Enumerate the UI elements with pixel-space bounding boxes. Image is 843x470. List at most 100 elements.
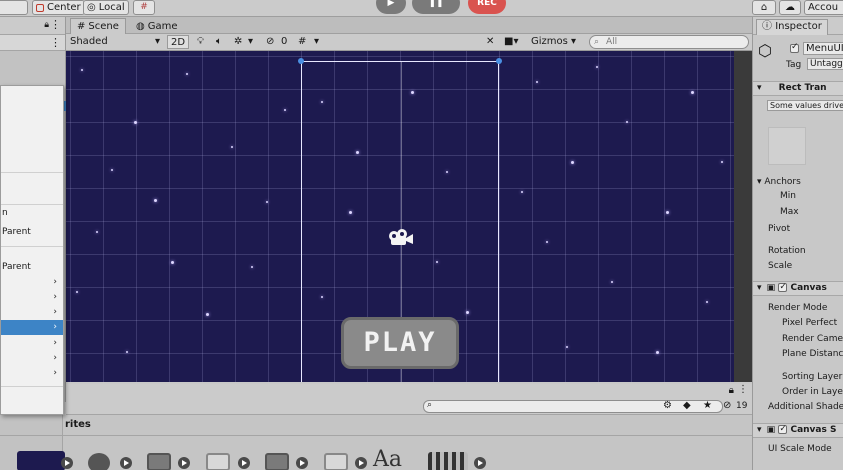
toolbar-left-stub[interactable] bbox=[0, 0, 28, 15]
inspector-panel: ⓘ Inspector ⬡ MenuUI Tag Untagg ▾ Rect T… bbox=[752, 17, 843, 470]
context-menu-item[interactable] bbox=[1, 88, 63, 103]
context-menu-item-submenu[interactable]: › bbox=[1, 366, 63, 381]
canvas-scaler-header[interactable]: ▾ ▣ Canvas S bbox=[753, 423, 843, 438]
canvas-enabled-checkbox[interactable] bbox=[778, 281, 788, 294]
project-header: 🔒︎ ⋮ bbox=[66, 384, 752, 399]
asset-thumb-sound-off-light[interactable] bbox=[324, 453, 348, 470]
canvas-handle[interactable] bbox=[298, 58, 304, 64]
rect-notice: Some values drive bbox=[753, 100, 843, 111]
canvas-handle[interactable] bbox=[496, 58, 502, 64]
context-menu-item-submenu[interactable]: › bbox=[1, 275, 63, 290]
context-menu-item[interactable] bbox=[1, 116, 63, 131]
pixel-perfect-label: Pixel Perfect bbox=[782, 318, 838, 328]
lock-icon[interactable]: 🔒︎ bbox=[729, 385, 734, 396]
2d-mode-toggle[interactable]: 2D bbox=[167, 35, 190, 49]
asset-thumb-sound-off[interactable] bbox=[265, 453, 289, 470]
context-menu-item[interactable]: Parent bbox=[1, 260, 63, 275]
asset-play-icon[interactable] bbox=[474, 457, 486, 469]
context-menu-item[interactable] bbox=[1, 140, 63, 155]
shading-mode-dropdown[interactable]: Shaded ▾ bbox=[70, 35, 162, 49]
pivot-center-button[interactable]: Center bbox=[32, 0, 85, 15]
grid-snap-icon: # bbox=[140, 2, 148, 12]
play-mode-button[interactable]: ▶ bbox=[376, 0, 406, 14]
visibility-icon[interactable]: ⊘ bbox=[266, 35, 274, 49]
object-name-field[interactable]: MenuUI bbox=[803, 42, 843, 55]
filter-label-icon[interactable]: ◆ bbox=[683, 400, 691, 411]
cloud-button[interactable]: ☁ bbox=[779, 0, 801, 15]
snap-button[interactable]: # bbox=[133, 0, 155, 15]
project-search-input[interactable]: ⌕ bbox=[423, 400, 723, 413]
lock-icon[interactable]: 🔒︎ bbox=[44, 20, 49, 30]
scene-scrollbar[interactable] bbox=[734, 51, 752, 382]
asset-play-icon[interactable] bbox=[120, 457, 132, 469]
tab-game[interactable]: ◍ Game bbox=[130, 18, 184, 34]
object-header: ⬡ MenuUI Tag Untagg bbox=[753, 39, 843, 70]
hierarchy-search[interactable]: ⋮ bbox=[0, 35, 65, 51]
asset-thumb-circle[interactable] bbox=[88, 453, 110, 470]
context-menu-item-submenu[interactable]: › bbox=[1, 290, 63, 305]
context-menu-item[interactable] bbox=[1, 244, 63, 259]
chevron-down-icon[interactable]: ▾ bbox=[248, 35, 253, 49]
hidden-packages-icon[interactable]: ⊘ bbox=[723, 400, 731, 411]
star bbox=[536, 81, 538, 83]
chevron-right-icon: › bbox=[53, 338, 57, 348]
asset-thumb-sound-on-light[interactable] bbox=[206, 453, 230, 470]
more-menu-icon[interactable]: ⋮ bbox=[738, 384, 748, 395]
context-menu-item-submenu[interactable]: › bbox=[1, 305, 63, 320]
star bbox=[706, 301, 708, 303]
tab-inspector[interactable]: ⓘ Inspector bbox=[756, 19, 828, 35]
project-toolbar: ⌕ ⚙ ◆ ★ ⊘ 19 bbox=[66, 399, 752, 415]
camera-gizmo-icon[interactable] bbox=[388, 228, 414, 246]
chevron-down-icon: ▾ bbox=[757, 425, 762, 435]
lighting-icon[interactable]: 💡︎ bbox=[197, 35, 204, 49]
context-menu-item-selected[interactable]: › bbox=[1, 320, 63, 335]
asset-play-icon[interactable] bbox=[238, 457, 250, 469]
anchor-presets-widget[interactable] bbox=[768, 127, 806, 165]
asset-play-icon[interactable] bbox=[296, 457, 308, 469]
record-button[interactable]: REC bbox=[468, 0, 506, 14]
context-menu-item[interactable]: n bbox=[1, 206, 63, 221]
effects-icon[interactable]: ✲ bbox=[234, 35, 242, 49]
collab-icon: ⌂ bbox=[760, 2, 768, 13]
context-menu-item-submenu[interactable]: › bbox=[1, 336, 63, 351]
active-checkbox[interactable] bbox=[790, 42, 799, 53]
context-menu-item-submenu[interactable]: › bbox=[1, 351, 63, 366]
play-button[interactable]: PLAY bbox=[341, 317, 459, 369]
asset-thumb-background[interactable] bbox=[17, 451, 65, 470]
layers-button[interactable]: ⌂ bbox=[752, 0, 776, 15]
menu-separator bbox=[1, 172, 63, 173]
context-menu-item[interactable]: Parent bbox=[1, 225, 63, 240]
tag-dropdown[interactable]: Untagg bbox=[807, 58, 843, 70]
favorite-icon[interactable]: ★ bbox=[703, 400, 712, 411]
hierarchy-more-icon[interactable]: ⋮ bbox=[50, 36, 61, 49]
anchors-row[interactable]: ▾ Anchors bbox=[753, 177, 843, 187]
asset-thumb-font[interactable]: Aa bbox=[373, 447, 402, 470]
canvas-component-header[interactable]: ▾ ▣ Canvas bbox=[753, 281, 843, 296]
account-button[interactable]: Accou bbox=[804, 0, 843, 15]
more-menu-icon[interactable]: ⋮ bbox=[50, 18, 61, 31]
scene-view[interactable]: PLAY bbox=[66, 51, 752, 382]
grid-icon[interactable]: # bbox=[298, 35, 306, 49]
record-label: REC bbox=[477, 0, 497, 8]
asset-thumb-spritesheet[interactable] bbox=[428, 452, 468, 470]
chevron-down-icon[interactable]: ▾ bbox=[314, 35, 319, 49]
star bbox=[186, 73, 188, 75]
pause-step-button[interactable]: ❚❚ bbox=[412, 0, 460, 14]
asset-play-icon[interactable] bbox=[178, 457, 190, 469]
rect-transform-header[interactable]: ▾ Rect Tran bbox=[753, 81, 843, 96]
filter-type-icon[interactable]: ⚙ bbox=[663, 400, 672, 411]
asset-thumb-sound-on[interactable] bbox=[147, 453, 171, 470]
chevron-down-icon: ▾ bbox=[154, 36, 160, 47]
asset-play-icon[interactable] bbox=[355, 457, 367, 469]
space-local-button[interactable]: ◎ Local bbox=[83, 0, 129, 15]
asset-play-icon[interactable] bbox=[61, 457, 73, 469]
gizmos-dropdown[interactable]: Gizmos ▾ bbox=[531, 35, 576, 49]
tools-icon[interactable]: ✕ bbox=[486, 35, 494, 49]
tab-scene[interactable]: # Scene bbox=[70, 18, 126, 34]
audio-icon[interactable]: 🔈︎ bbox=[216, 35, 222, 49]
camera-settings-icon[interactable]: ■▾ bbox=[504, 35, 518, 49]
chevron-right-icon: › bbox=[53, 353, 57, 363]
canvas-scaler-checkbox[interactable] bbox=[778, 423, 788, 436]
strip-divider bbox=[0, 435, 752, 436]
scene-search-input[interactable]: ⌕ All bbox=[589, 35, 749, 49]
